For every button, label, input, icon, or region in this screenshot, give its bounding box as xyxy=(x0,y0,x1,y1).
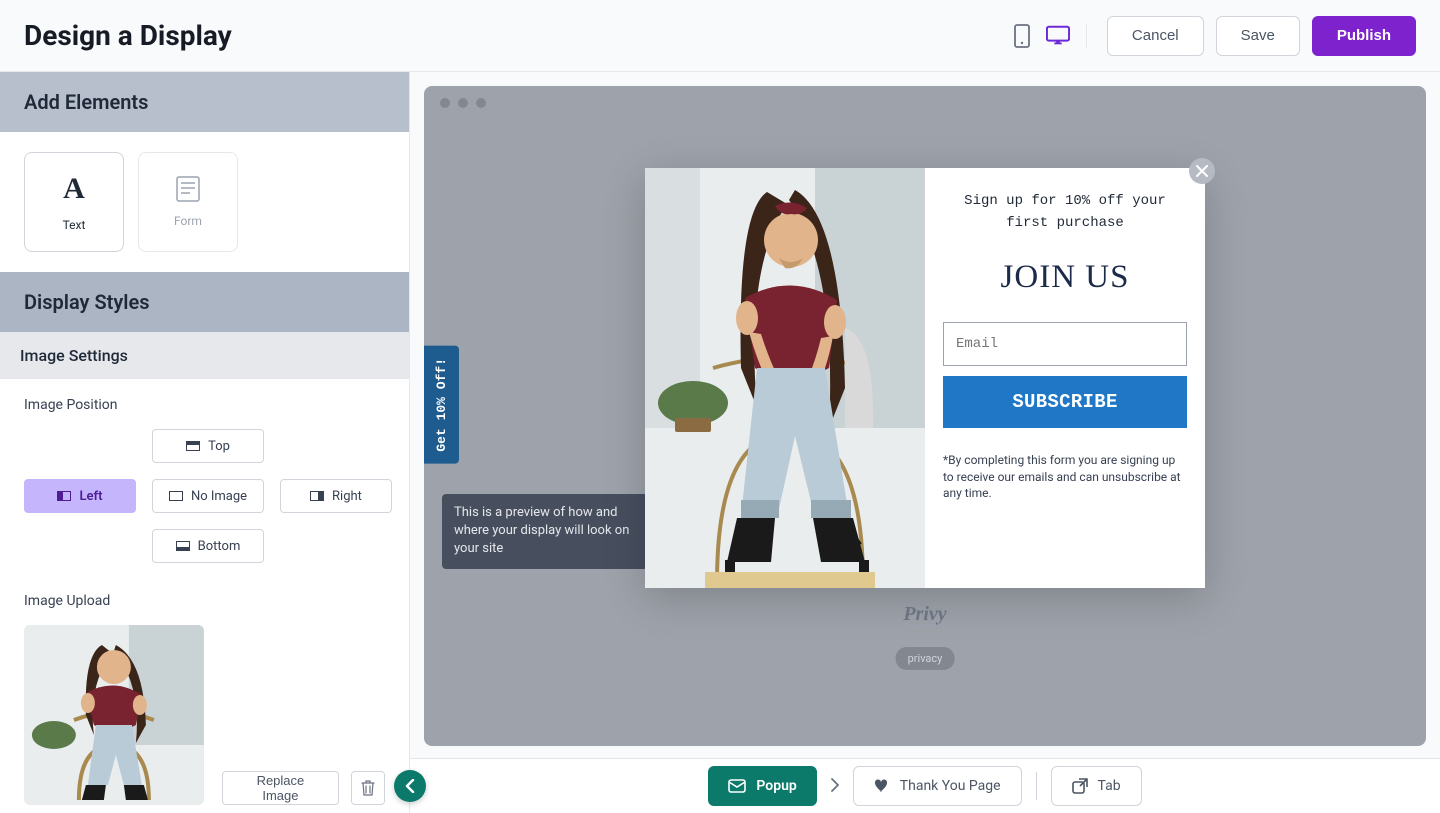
nav-thank-you-label: Thank You Page xyxy=(900,778,1001,794)
popup-fineprint: *By completing this form you are signing… xyxy=(943,452,1187,502)
popup-preview: Sign up for 10% off your first purchase … xyxy=(645,168,1205,588)
preview-note: This is a preview of how and where your … xyxy=(442,494,648,569)
bottom-bar: Popup Thank You Page Tab xyxy=(410,758,1440,813)
close-icon xyxy=(1196,165,1208,177)
form-icon xyxy=(176,176,200,202)
nav-thank-you[interactable]: Thank You Page xyxy=(853,766,1022,806)
subscribe-button[interactable]: SUBSCRIBE xyxy=(943,376,1187,428)
external-icon xyxy=(1072,778,1088,794)
side-tab-offer[interactable]: Get 10% Off! xyxy=(424,346,459,464)
element-text[interactable]: A Text xyxy=(24,152,124,252)
image-thumbnail[interactable] xyxy=(24,625,204,805)
element-form-label: Form xyxy=(174,214,202,228)
chevron-left-icon xyxy=(405,779,415,793)
image-position-label: Image Position xyxy=(24,397,385,413)
email-input[interactable] xyxy=(943,322,1187,366)
cancel-button[interactable]: Cancel xyxy=(1107,16,1204,56)
nav-popup-label: Popup xyxy=(756,778,796,794)
delete-image-button[interactable] xyxy=(351,771,385,805)
nav-tab-label: Tab xyxy=(1098,778,1121,794)
traffic-light-dot xyxy=(440,98,450,108)
heart-icon xyxy=(874,779,890,793)
section-add-elements[interactable]: Add Elements xyxy=(0,72,409,132)
traffic-light-dot xyxy=(458,98,468,108)
replace-image-button[interactable]: Replace Image xyxy=(222,771,339,805)
popup-close-button[interactable] xyxy=(1189,158,1215,184)
section-image-settings[interactable]: Image Settings xyxy=(0,332,409,379)
powered-by-logo[interactable]: Privy xyxy=(896,604,955,624)
position-left[interactable]: Left xyxy=(24,479,136,513)
position-right-icon xyxy=(310,491,324,501)
popup-title: JOIN US xyxy=(1001,259,1130,296)
popup-image xyxy=(645,168,925,588)
preview-canvas: Get 10% Off! This is a preview of how an… xyxy=(424,86,1426,746)
powered-by-text: Powered by xyxy=(896,622,955,631)
position-top-label: Top xyxy=(208,439,230,454)
section-display-styles[interactable]: Display Styles xyxy=(0,272,409,332)
trash-icon xyxy=(361,780,375,796)
position-left-label: Left xyxy=(79,489,102,504)
position-left-icon xyxy=(57,491,71,501)
traffic-light-dot xyxy=(476,98,486,108)
element-text-label: Text xyxy=(63,218,86,232)
save-button[interactable]: Save xyxy=(1216,16,1300,56)
publish-button[interactable]: Publish xyxy=(1312,16,1416,56)
nav-tab[interactable]: Tab xyxy=(1051,766,1142,806)
position-top-icon xyxy=(186,441,200,451)
position-bottom-icon xyxy=(176,541,190,551)
page-title: Design a Display xyxy=(24,19,232,52)
privacy-link[interactable]: privacy xyxy=(896,647,955,670)
collapse-sidebar-button[interactable] xyxy=(394,770,426,802)
text-icon: A xyxy=(63,172,85,206)
position-no-image[interactable]: No Image xyxy=(152,479,264,513)
browser-chrome xyxy=(424,86,1426,120)
position-right-label: Right xyxy=(332,489,362,504)
sidebar: Add Elements A Text Form Display Styles … xyxy=(0,72,410,813)
divider xyxy=(1036,772,1037,800)
position-none-icon xyxy=(169,491,183,501)
position-none-label: No Image xyxy=(191,489,247,504)
position-right[interactable]: Right xyxy=(280,479,392,513)
element-form[interactable]: Form xyxy=(138,152,238,252)
popup-pretext: Sign up for 10% off your first purchase xyxy=(943,190,1187,235)
mobile-icon[interactable] xyxy=(1010,24,1034,48)
mail-icon xyxy=(728,779,746,793)
image-upload-label: Image Upload xyxy=(24,593,385,609)
chevron-right-icon xyxy=(831,777,839,796)
position-top[interactable]: Top xyxy=(152,429,264,463)
position-bottom[interactable]: Bottom xyxy=(152,529,264,563)
desktop-icon[interactable] xyxy=(1046,24,1070,48)
position-bottom-label: Bottom xyxy=(198,539,241,554)
nav-popup[interactable]: Popup xyxy=(708,766,816,806)
